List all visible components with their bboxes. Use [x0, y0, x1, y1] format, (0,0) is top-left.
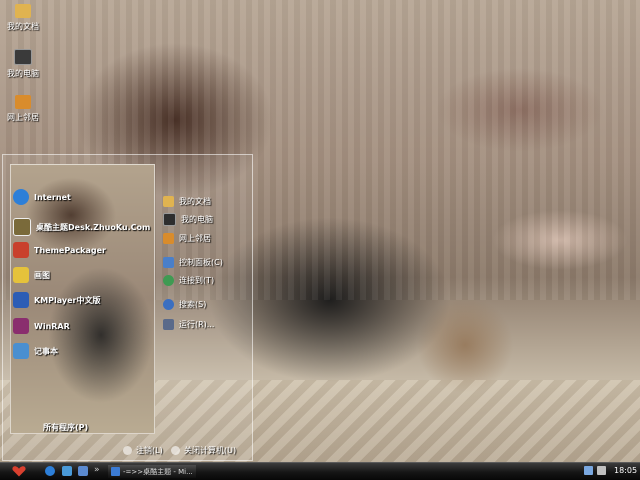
program-label: 记事本 [34, 346, 58, 356]
tray-network-icon[interactable] [584, 466, 593, 475]
place-label: 我的电脑 [181, 214, 213, 224]
desktop-icon-label: 我的电脑 [7, 69, 39, 78]
theme-packager-icon [13, 242, 29, 258]
program-label: 桌酷主题Desk.ZhuoKu.Com [36, 222, 151, 232]
desktop-icon-label: 我的文档 [7, 22, 39, 31]
place-label: 连接到(T) [179, 275, 215, 285]
folder-icon [15, 4, 31, 18]
search-icon [163, 298, 174, 310]
program-notepad[interactable]: 记事本 [13, 342, 58, 360]
computer-icon [163, 212, 176, 226]
media-quicklaunch-icon[interactable] [62, 466, 72, 476]
system-tray [584, 466, 606, 475]
run-icon [163, 318, 174, 330]
control-panel-icon [163, 256, 174, 268]
paint-icon [13, 267, 29, 283]
shutdown-button[interactable]: 关闭计算机(U) [171, 444, 236, 456]
winrar-icon [13, 318, 29, 334]
start-button[interactable] [8, 465, 30, 478]
logoff-icon [123, 445, 132, 455]
program-label: KMPlayer中文版 [34, 295, 101, 305]
program-internet[interactable]: Internet [13, 188, 71, 206]
taskbar-window-button[interactable]: -=>>桌酷主题 - Mi... [108, 465, 196, 478]
program-winrar[interactable]: WinRAR [13, 317, 70, 335]
connect-icon [163, 274, 174, 286]
program-paint[interactable]: 画图 [13, 266, 50, 284]
place-network[interactable]: 网上邻居 [163, 231, 211, 245]
logoff-button[interactable]: 注销(L) [123, 444, 163, 456]
program-label: ThemePackager [34, 245, 106, 255]
place-connect-to[interactable]: 连接到(T) [163, 273, 214, 287]
show-desktop-icon[interactable] [78, 466, 88, 476]
desktop-icon-label: 网上邻居 [7, 113, 39, 122]
zhuoku-theme-icon [13, 218, 31, 236]
network-icon [15, 95, 31, 109]
program-label: 画图 [34, 270, 50, 280]
place-label: 运行(R)... [179, 319, 215, 329]
place-my-documents[interactable]: 我的文档 [163, 194, 211, 208]
place-label: 搜索(S) [179, 299, 207, 309]
window-icon [111, 467, 120, 476]
ie-quicklaunch-icon[interactable] [45, 466, 55, 476]
quicklaunch-expand-arrow[interactable]: » [94, 465, 100, 475]
network-icon [163, 232, 174, 244]
taskbar: » -=>>桌酷主题 - Mi... 18:05 [0, 462, 640, 480]
program-kmplayer[interactable]: KMPlayer中文版 [13, 291, 101, 309]
taskbar-clock[interactable]: 18:05 [614, 466, 637, 475]
program-label: WinRAR [34, 321, 70, 331]
program-zhuoku-theme[interactable]: 桌酷主题Desk.ZhuoKu.Com [13, 218, 150, 236]
place-control-panel[interactable]: 控制面板(C) [163, 255, 223, 269]
kmplayer-icon [13, 292, 29, 308]
place-search[interactable]: 搜索(S) [163, 297, 206, 311]
place-run[interactable]: 运行(R)... [163, 317, 214, 331]
computer-icon [14, 49, 32, 65]
place-my-computer[interactable]: 我的电脑 [163, 212, 213, 226]
place-label: 网上邻居 [179, 233, 211, 243]
folder-icon [163, 195, 174, 207]
tray-volume-icon[interactable] [597, 466, 606, 475]
desktop-icon-my-computer[interactable]: 我的电脑 [1, 49, 45, 79]
logoff-label: 注销(L) [136, 445, 163, 455]
place-label: 我的文档 [179, 196, 211, 206]
desktop-icon-my-documents[interactable]: 我的文档 [1, 4, 45, 32]
notepad-icon [13, 343, 29, 359]
taskbar-window-title: -=>>桌酷主题 - Mi... [123, 467, 193, 476]
program-theme-packager[interactable]: ThemePackager [13, 241, 106, 259]
shutdown-label: 关闭计算机(U) [184, 445, 237, 455]
start-menu: Internet 桌酷主题Desk.ZhuoKu.Com ThemePackag… [2, 154, 253, 461]
program-label: Internet [34, 192, 71, 202]
heart-start-icon [12, 466, 26, 477]
all-programs-button[interactable]: 所有程序(P) [43, 422, 88, 433]
power-icon [171, 445, 180, 455]
desktop-icon-network[interactable]: 网上邻居 [1, 95, 45, 123]
place-label: 控制面板(C) [179, 257, 223, 267]
internet-explorer-icon [13, 189, 29, 205]
